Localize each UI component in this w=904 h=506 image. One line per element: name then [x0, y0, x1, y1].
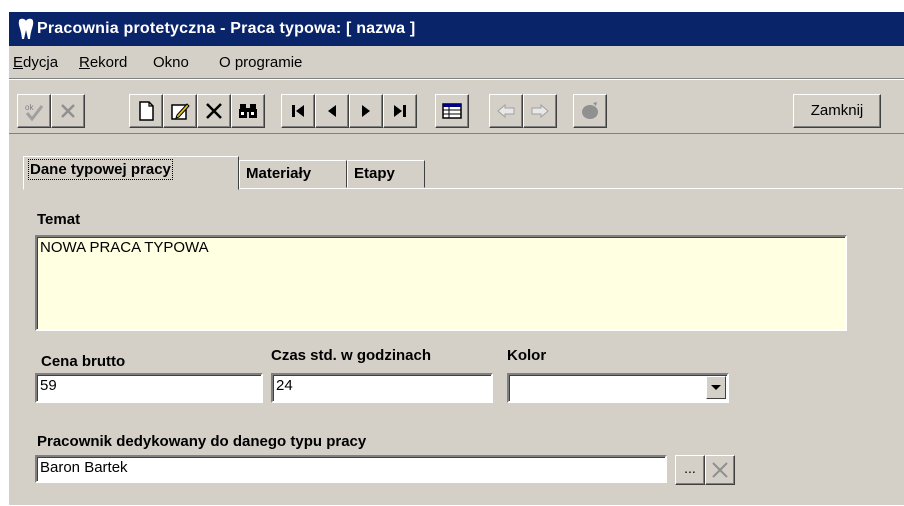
pracownik-label: Pracownik dedykowany do danego typu prac…	[37, 433, 367, 450]
last-record-icon	[394, 105, 406, 117]
cancel-button[interactable]	[51, 94, 85, 128]
menu-okno[interactable]: Okno	[153, 54, 189, 71]
clear-button[interactable]	[705, 455, 735, 485]
delete-record-button[interactable]	[197, 94, 231, 128]
filter-button[interactable]	[573, 94, 607, 128]
close-button[interactable]: Zamknij	[793, 94, 881, 128]
previous-record-icon	[328, 105, 336, 117]
forward-arrow-icon	[531, 103, 549, 119]
new-record-button[interactable]	[129, 94, 163, 128]
table-view-button[interactable]	[435, 94, 469, 128]
kolor-dropdown-button[interactable]	[706, 376, 726, 399]
forward-button[interactable]	[523, 94, 557, 128]
menu-rekord[interactable]: Rekord	[79, 54, 127, 71]
clear-x-icon	[712, 462, 728, 478]
tab-dane-typowej-pracy[interactable]: Dane typowej pracy	[23, 156, 239, 190]
kolor-label: Kolor	[507, 347, 547, 364]
tab-panel: Temat NOWA PRACA TYPOWA Cena brutto Czas…	[23, 188, 903, 506]
tooth-icon	[18, 18, 34, 39]
temat-memo[interactable]: NOWA PRACA TYPOWA	[35, 235, 847, 331]
first-record-icon	[292, 105, 304, 117]
browse-button[interactable]: ...	[675, 455, 705, 485]
ok-check-icon: ok	[25, 103, 44, 122]
tab-etapy[interactable]: Etapy	[347, 160, 425, 188]
edit-icon	[171, 103, 190, 120]
next-record-icon	[362, 105, 370, 117]
edit-record-button[interactable]	[163, 94, 197, 128]
title-bar[interactable]: Pracownia protetyczna - Praca typowa: [ …	[9, 12, 904, 46]
filter-icon	[582, 102, 598, 119]
cena-brutto-input[interactable]: 59	[35, 373, 263, 403]
delete-x-icon	[206, 103, 222, 119]
search-binoculars-icon	[239, 104, 257, 118]
menu-edycja[interactable]: Edycja	[13, 54, 58, 71]
new-document-icon	[139, 101, 154, 121]
toolbar: ok Zamknij	[9, 78, 904, 134]
cena-brutto-label: Cena brutto	[41, 353, 126, 370]
czas-std-label: Czas std. w godzinach	[271, 347, 432, 364]
czas-std-input[interactable]: 24	[271, 373, 493, 403]
table-view-icon	[442, 103, 462, 119]
menu-o-programie[interactable]: O programie	[219, 54, 302, 71]
menu-bar: Edycja Rekord Okno O programie	[9, 46, 904, 78]
first-record-button[interactable]	[281, 94, 315, 128]
search-button[interactable]	[231, 94, 265, 128]
ok-button[interactable]: ok	[17, 94, 51, 128]
main-window: Pracownia protetyczna - Praca typowa: [ …	[8, 11, 904, 505]
svg-text:ok: ok	[25, 103, 34, 112]
window-title: Pracownia protetyczna - Praca typowa: [ …	[37, 20, 416, 37]
last-record-button[interactable]	[383, 94, 417, 128]
pracownik-input[interactable]: Baron Bartek	[35, 455, 667, 483]
tab-materialy[interactable]: Materiały	[239, 160, 347, 188]
back-button[interactable]	[489, 94, 523, 128]
temat-label: Temat	[37, 211, 81, 228]
cancel-x-icon	[61, 104, 75, 118]
kolor-select[interactable]	[507, 373, 729, 403]
next-record-button[interactable]	[349, 94, 383, 128]
previous-record-button[interactable]	[315, 94, 349, 128]
back-arrow-icon	[497, 103, 515, 119]
chevron-down-icon	[711, 385, 721, 390]
